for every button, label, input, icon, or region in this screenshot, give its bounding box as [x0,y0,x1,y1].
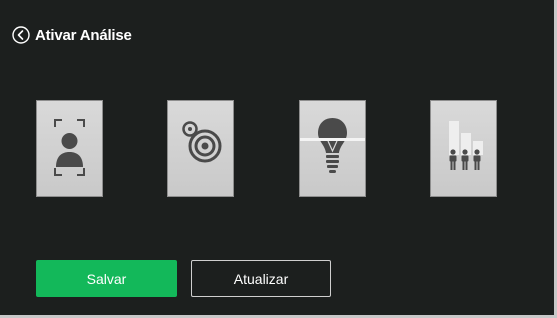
update-button[interactable]: Atualizar [191,260,331,297]
camera-lens-tile[interactable] [167,100,234,197]
camera-lens-icon [182,121,222,163]
analysis-panel: Ativar Análise Salvar Atualizar [0,0,557,318]
panel-header: Ativar Análise [12,24,132,46]
save-button[interactable]: Salvar [36,260,177,297]
lightbulb-icon [300,118,365,173]
page-title: Ativar Análise [35,26,132,44]
back-arrow-icon[interactable] [12,26,30,44]
people-counting-tile[interactable] [430,100,497,197]
face-detection-tile[interactable] [36,100,103,197]
face-detection-icon [54,119,85,176]
people-counting-icon [449,121,483,170]
analytics-tiles [0,100,554,200]
lightbulb-tile[interactable] [299,100,366,197]
